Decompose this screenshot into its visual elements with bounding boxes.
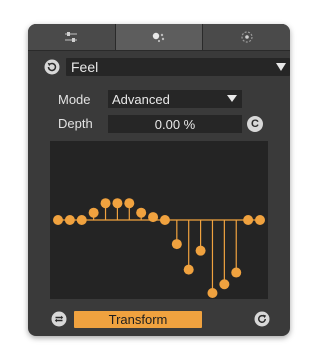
graph-point[interactable] [64, 215, 75, 225]
graph-point[interactable] [255, 215, 265, 225]
graph-point[interactable] [171, 239, 182, 250]
preset-dropdown[interactable]: Feel [66, 58, 290, 76]
preset-label: Feel [71, 59, 99, 75]
depth-value: 0.00 % [154, 117, 196, 132]
graph-point[interactable] [88, 207, 99, 218]
graph-point[interactable] [159, 215, 170, 225]
graph-point[interactable] [231, 267, 242, 278]
dropdown-arrow-icon [276, 63, 286, 71]
mode-dropdown[interactable]: Advanced [108, 90, 242, 108]
graph-point[interactable] [183, 264, 194, 275]
groove-panel: Feel Mode Advanced Depth 0.00 % C Transf… [28, 24, 290, 336]
clear-button[interactable]: C [247, 116, 263, 132]
graph-point[interactable] [148, 212, 159, 223]
graph-point[interactable] [100, 198, 111, 209]
depth-label: Depth [58, 116, 93, 131]
tab-sliders[interactable] [28, 24, 116, 50]
cycle-icon[interactable] [44, 59, 60, 75]
tab-target[interactable] [203, 24, 290, 50]
graph-point[interactable] [243, 215, 254, 225]
target-icon [241, 31, 253, 43]
tab-dots-cluster[interactable] [115, 24, 204, 50]
graph-point[interactable] [136, 207, 147, 218]
depth-field[interactable]: 0.00 % [108, 115, 242, 133]
mode-label: Mode [58, 92, 91, 107]
transform-button[interactable]: Transform [74, 311, 202, 328]
refresh-icon[interactable] [254, 311, 270, 327]
preset-row: Feel [44, 58, 290, 76]
groove-graph[interactable] [50, 141, 268, 299]
graph-point[interactable] [195, 245, 206, 256]
graph-point[interactable] [219, 279, 230, 290]
graph-canvas [53, 198, 265, 298]
graph-point[interactable] [76, 215, 87, 225]
bottom-toolbar: Transform [28, 307, 290, 331]
graph-point[interactable] [53, 215, 63, 225]
loop-icon[interactable] [51, 311, 67, 327]
graph-point[interactable] [207, 288, 218, 298]
tab-bar [28, 24, 290, 51]
graph-point[interactable] [112, 198, 123, 209]
sliders-icon [65, 32, 78, 42]
chevron-down-icon [227, 95, 237, 102]
mode-value: Advanced [112, 92, 170, 107]
dots-cluster-icon [152, 32, 165, 43]
graph-point[interactable] [124, 198, 135, 209]
